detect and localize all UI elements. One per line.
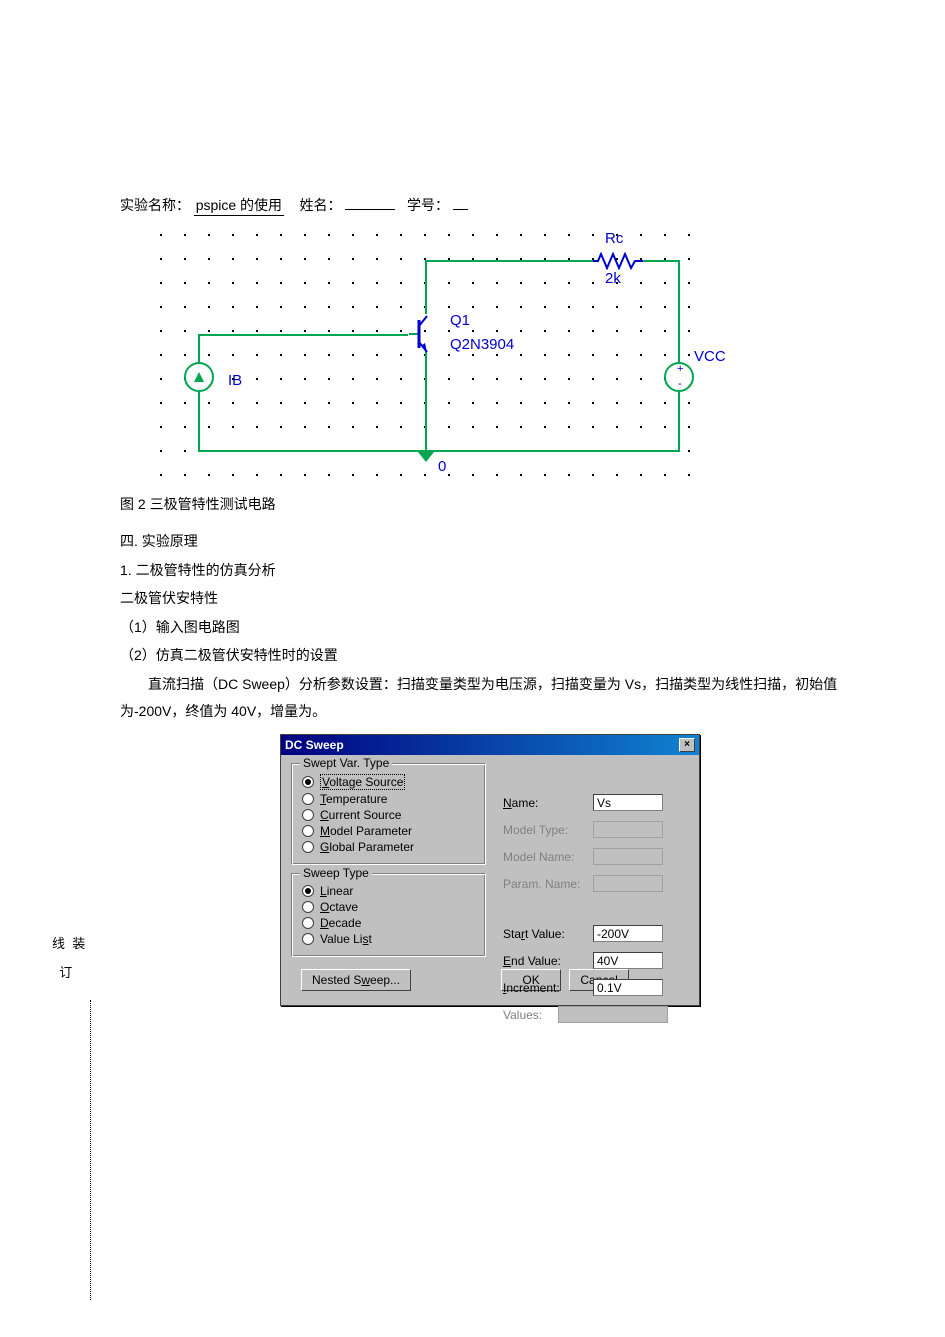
swept-var-legend: Swept Var. Type: [300, 756, 392, 770]
radio-icon: [302, 933, 314, 945]
field-name: Name:: [503, 794, 693, 811]
model-type-label: Model Type:: [503, 823, 593, 837]
figure-caption: 图 2 三极管特性测试电路: [120, 494, 885, 514]
sweep-type-legend: Sweep Type: [300, 866, 372, 880]
dialog-titlebar[interactable]: DC Sweep ×: [281, 735, 699, 755]
wire: [678, 392, 680, 452]
page: 实验名称： pspice 的使用 姓名： 学号： // dot grid dra…: [0, 0, 945, 1046]
radio-icon: [302, 841, 314, 853]
section-title: 四. 实验原理: [120, 528, 885, 555]
radio-icon: [302, 809, 314, 821]
field-values: Values:: [503, 1006, 693, 1023]
start-input[interactable]: [593, 925, 663, 942]
wire: [425, 260, 427, 314]
q1-label: Q1: [450, 312, 470, 329]
name-label: Name:: [503, 796, 593, 810]
radio-icon: [302, 776, 314, 788]
field-start: Start Value:: [503, 925, 693, 942]
values-label: Values:: [503, 1008, 558, 1022]
field-end: End Value:: [503, 952, 693, 969]
radio-icon: [302, 825, 314, 837]
radio-temperature[interactable]: Temperature: [302, 792, 477, 806]
circuit-schematic: // dot grid drawn later after data load: [150, 224, 710, 484]
header-line: 实验名称： pspice 的使用 姓名： 学号：: [120, 195, 885, 216]
side-ding: 订: [59, 965, 72, 980]
student-name-blank: [345, 209, 395, 210]
wire: [198, 334, 408, 336]
radio-model-parameter[interactable]: Model Parameter: [302, 824, 477, 838]
voltage-source-icon: + -: [664, 362, 694, 392]
rc-value: 2k: [605, 270, 621, 287]
end-label: End Value:: [503, 954, 593, 968]
vcc-label: VCC: [694, 348, 726, 365]
radio-current-source[interactable]: Current Source: [302, 808, 477, 822]
student-id-blank: [453, 209, 468, 210]
section-sub1: 1. 二极管特性的仿真分析: [120, 557, 885, 584]
radio-icon: [302, 793, 314, 805]
radio-icon: [302, 917, 314, 929]
radio-value-list[interactable]: Value List: [302, 932, 477, 946]
resistor-icon: [593, 252, 643, 270]
inc-label: Increment:: [503, 981, 593, 995]
section-step1: （1）输入图电路图: [120, 614, 885, 641]
radio-linear[interactable]: Linear: [302, 884, 477, 898]
side-xian: 线: [52, 936, 65, 951]
sweep-type-group: Sweep Type Linear Octave Decade Value Li…: [291, 873, 486, 957]
field-increment: Increment:: [503, 979, 693, 996]
wire: [198, 334, 200, 362]
transistor-icon: [405, 310, 445, 354]
student-name-label: 姓名：: [299, 197, 341, 213]
param-name-label: Param. Name:: [503, 877, 593, 891]
lab-name-value: pspice 的使用: [194, 195, 284, 216]
arrow-up-icon: [194, 372, 204, 382]
rc-label: Rc: [605, 230, 623, 247]
gnd-label: 0: [438, 458, 446, 475]
current-source-icon: [184, 362, 214, 392]
values-input: [558, 1006, 668, 1023]
radio-icon: [302, 885, 314, 897]
param-name-input: [593, 875, 663, 892]
inc-input[interactable]: [593, 979, 663, 996]
field-param-name: Param. Name:: [503, 875, 693, 892]
wire: [425, 260, 595, 262]
side-zhuang: 装: [72, 936, 85, 951]
section-step2: （2）仿真二极管伏安特性时的设置: [120, 642, 885, 669]
dialog-title: DC Sweep: [285, 738, 344, 752]
start-label: Start Value:: [503, 927, 593, 941]
radio-octave[interactable]: Octave: [302, 900, 477, 914]
dialog-fields: Name: Model Type: Model Name: Param. Nam…: [503, 789, 693, 1033]
section-sub2: 二极管伏安特性: [120, 585, 885, 612]
model-type-input: [593, 821, 663, 838]
model-name-label: Model Name:: [503, 850, 593, 864]
wire: [640, 260, 680, 262]
ground-icon: [418, 452, 434, 462]
wire: [198, 450, 680, 452]
section-desc: 直流扫描（DC Sweep）分析参数设置：扫描变量类型为电压源，扫描变量为 Vs…: [120, 671, 885, 724]
wire: [198, 392, 200, 452]
radio-decade[interactable]: Decade: [302, 916, 477, 930]
wire: [425, 350, 427, 452]
close-icon[interactable]: ×: [679, 738, 695, 752]
radio-global-parameter[interactable]: Global Parameter: [302, 840, 477, 854]
q1-model: Q2N3904: [450, 336, 514, 353]
wire: [678, 260, 680, 362]
dc-sweep-dialog: DC Sweep × Swept Var. Type Voltage Sourc…: [280, 734, 700, 1006]
ib-label: IB: [228, 372, 242, 389]
lab-name-label: 实验名称：: [120, 197, 190, 213]
name-input[interactable]: [593, 794, 663, 811]
radio-voltage-source[interactable]: Voltage Source: [302, 774, 477, 790]
binding-margin-text: 线 装 订: [52, 930, 85, 987]
swept-var-group: Swept Var. Type Voltage Source Temperatu…: [291, 763, 486, 865]
field-model-name: Model Name:: [503, 848, 693, 865]
binding-margin-dots: [90, 1000, 91, 1300]
student-id-label: 学号：: [407, 197, 449, 213]
field-model-type: Model Type:: [503, 821, 693, 838]
end-input[interactable]: [593, 952, 663, 969]
body-text: 四. 实验原理 1. 二极管特性的仿真分析 二极管伏安特性 （1）输入图电路图 …: [120, 528, 885, 724]
model-name-input: [593, 848, 663, 865]
radio-icon: [302, 901, 314, 913]
nested-sweep-button[interactable]: Nested Sweep...: [301, 969, 411, 991]
